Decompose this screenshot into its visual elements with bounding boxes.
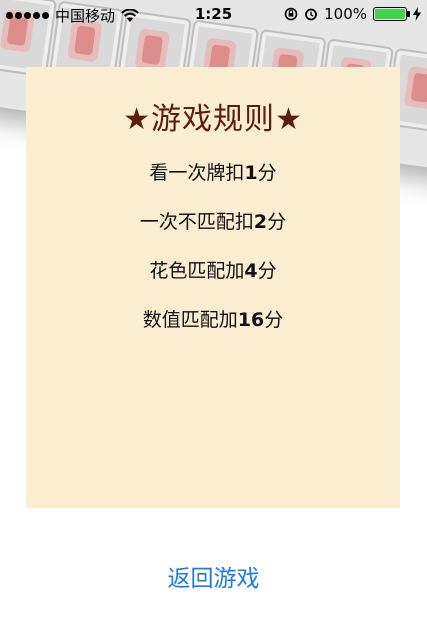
status-bar: 中国移动 1:25 100%	[0, 0, 427, 28]
charging-icon	[413, 7, 421, 21]
battery-icon	[373, 7, 410, 21]
rule-item: 花色匹配加4分	[26, 256, 400, 283]
rules-title: ★游戏规则★	[123, 102, 303, 137]
rule-text: 看一次牌扣	[149, 162, 245, 184]
rule-text: 一次不匹配扣	[139, 211, 254, 233]
alarm-icon	[305, 8, 318, 21]
battery-level-fill	[375, 9, 405, 19]
rules-panel: ★游戏规则★ 看一次牌扣1分 一次不匹配扣2分 花色匹配加4分 数值匹配加16分	[26, 67, 400, 508]
rule-item: 一次不匹配扣2分	[26, 207, 400, 234]
rule-text: 花色匹配加	[149, 260, 245, 282]
rotation-lock-icon	[284, 7, 298, 21]
return-to-game-button[interactable]: 返回游戏	[0, 553, 427, 599]
rule-unit: 分	[257, 162, 277, 184]
rule-points: 1	[244, 162, 258, 184]
rule-points: 16	[237, 309, 265, 331]
rule-points: 4	[244, 260, 258, 282]
rule-unit: 分	[267, 211, 287, 233]
rule-item: 看一次牌扣1分	[26, 158, 400, 185]
rule-text: 数值匹配加	[142, 309, 238, 331]
battery-percent: 100%	[324, 5, 367, 23]
rule-unit: 分	[257, 260, 277, 282]
rule-unit: 分	[264, 309, 284, 331]
rule-points: 2	[253, 211, 268, 233]
status-bar-right: 100%	[284, 5, 421, 23]
rule-item: 数值匹配加16分	[26, 305, 400, 332]
